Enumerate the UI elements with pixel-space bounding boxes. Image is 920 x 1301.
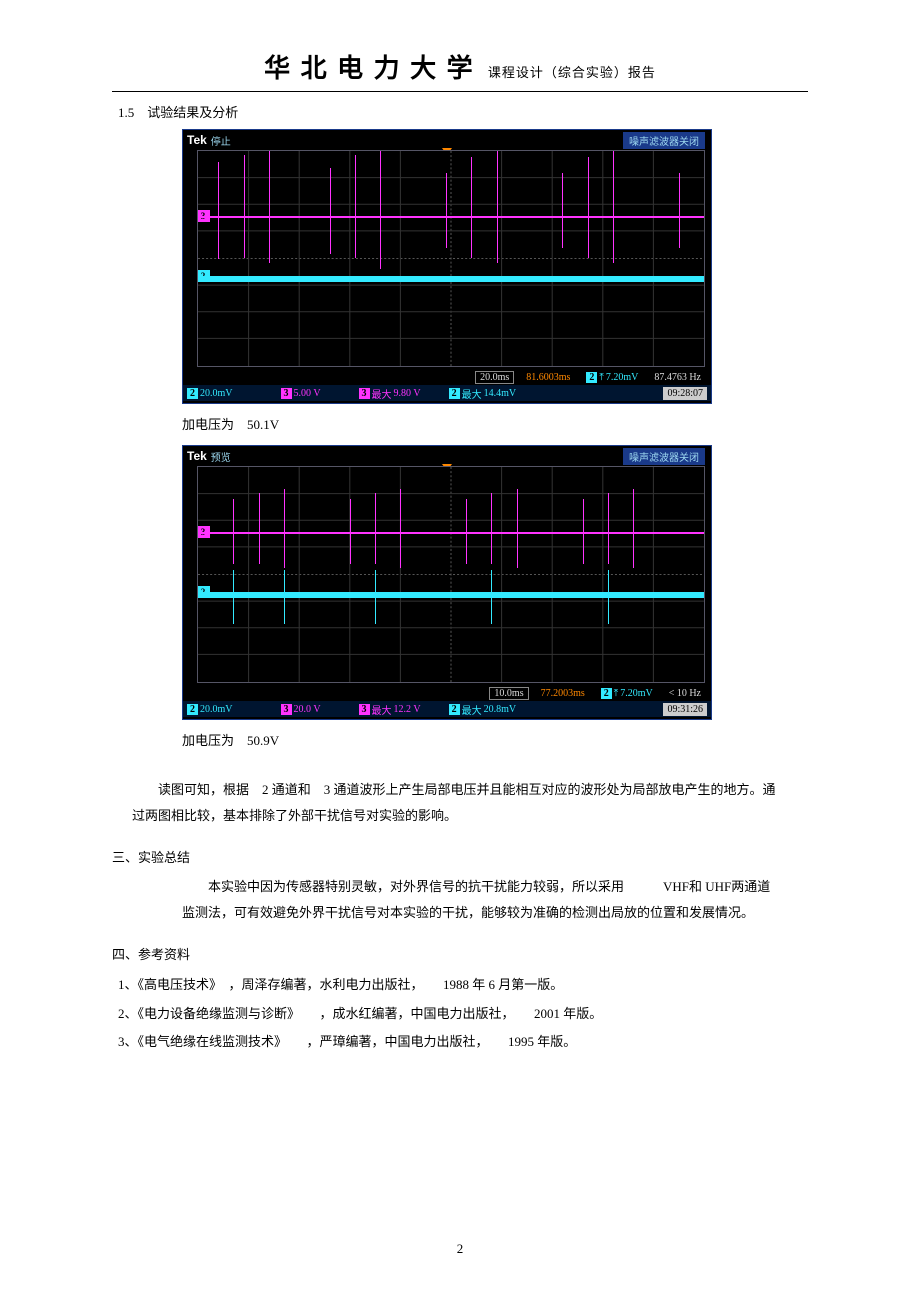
page-number: 2 bbox=[0, 1241, 920, 1257]
scope2-ch2-max: 20.8mV bbox=[484, 704, 517, 715]
caption2-value: 50.9V bbox=[247, 733, 279, 748]
scope2-ch3-scale: 20.0 V bbox=[294, 704, 321, 715]
scope2-status: 预览 bbox=[211, 449, 231, 464]
reference-1: 1、《高电压技术》 ，周泽存编著，水利电力出版社， 1988 年 6 月第一版。 bbox=[118, 971, 808, 1000]
page-header: 华 北 电 力 大 学 课程设计（综合实验）报告 bbox=[112, 48, 808, 85]
scope2-timebase: 10.0ms bbox=[489, 687, 528, 700]
scope1-ch2-scale: 20.0mV bbox=[200, 388, 233, 399]
trigger-edge-icon: ⤒ bbox=[599, 372, 603, 383]
scope1-trig-freq: 87.4763 Hz bbox=[650, 372, 705, 383]
reference-2: 2、《电力设备绝缘监测与诊断》 ，成水红编著，中国电力出版社， 2001 年版。 bbox=[118, 1000, 808, 1029]
trigger-edge-icon-2: ⤒ bbox=[614, 688, 618, 699]
section-3-head: 三、实验总结 bbox=[112, 847, 808, 866]
caption1-value: 50.1V bbox=[247, 417, 279, 432]
oscilloscope-screenshot-1: Tek 停止 噪声滤波器关闭 3 2 bbox=[182, 129, 712, 404]
scope1-ch3-scale: 5.00 V bbox=[294, 388, 321, 399]
tek-logo-2: Tek bbox=[187, 449, 207, 463]
scope1-ch3-max-label: 最大 bbox=[372, 386, 392, 401]
scope2-ch3-max: 12.2 V bbox=[394, 704, 421, 715]
scope1-status: 停止 bbox=[211, 133, 231, 148]
scope2-ch2-max-label: 最大 bbox=[462, 702, 482, 717]
scope1-timebase: 20.0ms bbox=[475, 371, 514, 384]
ch2-max-badge: 2 bbox=[449, 388, 460, 399]
scope2-time: 09:31:26 bbox=[663, 703, 707, 716]
caption1-prefix: 加电压为 bbox=[182, 417, 247, 432]
tek-logo: Tek bbox=[187, 133, 207, 147]
caption-1: 加电压为 50.1V bbox=[182, 414, 808, 433]
scope1-filter-status: 噪声滤波器关闭 bbox=[623, 132, 705, 149]
oscilloscope-screenshot-2: Tek 预览 噪声滤波器关闭 3 2 bbox=[182, 445, 712, 720]
scope1-ch2-max: 14.4mV bbox=[484, 388, 517, 399]
channel-3-trace bbox=[198, 216, 704, 218]
scope2-plot-area: 3 2 bbox=[197, 466, 705, 683]
scope2-trig-ch: 2 bbox=[601, 688, 612, 699]
scope2-filter-status: 噪声滤波器关闭 bbox=[623, 448, 705, 465]
ch3-badge: 3 bbox=[281, 388, 292, 399]
scope2-ch3-max-label: 最大 bbox=[372, 702, 392, 717]
university-logo-text: 华 北 电 力 大 学 bbox=[264, 54, 475, 83]
scope2-trig-level: 7.20mV bbox=[620, 688, 653, 699]
section-3-body: 本实验中因为传感器特别灵敏，对外界信号的抗干扰能力较弱，所以采用 VHF和 UH… bbox=[182, 874, 778, 926]
scope1-ch2-max-label: 最大 bbox=[462, 386, 482, 401]
scope1-trig-level: 7.20mV bbox=[606, 372, 639, 383]
ch3-max-badge: 3 bbox=[359, 388, 370, 399]
scope2-ch2-scale: 20.0mV bbox=[200, 704, 233, 715]
scope1-delay: 81.6003ms bbox=[522, 372, 574, 383]
ch3-max-badge-2: 3 bbox=[359, 704, 370, 715]
channel-3-trace-2 bbox=[198, 532, 704, 534]
caption2-prefix: 加电压为 bbox=[182, 733, 247, 748]
reference-3: 3、《电气绝缘在线监测技术》 ，严璋编著，中国电力出版社， 1995 年版。 bbox=[118, 1028, 808, 1057]
analysis-paragraph: 读图可知，根据 2 通道和 3 通道波形上产生局部电压并且能相互对应的波形处为局… bbox=[132, 777, 788, 829]
channel-2-trace bbox=[198, 276, 704, 282]
scope1-plot-area: 3 2 bbox=[197, 150, 705, 367]
scope1-ch3-max: 9.80 V bbox=[394, 388, 421, 399]
scope1-time: 09:28:07 bbox=[663, 387, 707, 400]
header-subtitle: 课程设计（综合实验）报告 bbox=[488, 65, 656, 80]
scope2-delay: 77.2003ms bbox=[537, 688, 589, 699]
caption-2: 加电压为 50.9V bbox=[182, 730, 808, 749]
header-rule bbox=[112, 91, 808, 92]
ch2-max-badge-2: 2 bbox=[449, 704, 460, 715]
scope1-trig-ch: 2 bbox=[586, 372, 597, 383]
section-1-5-title: 1.5 试验结果及分析 bbox=[118, 102, 808, 121]
channel-2-trace-2 bbox=[198, 592, 704, 598]
ch2-badge-2: 2 bbox=[187, 704, 198, 715]
scope2-trig-freq: < 10 Hz bbox=[665, 688, 705, 699]
ch3-badge-2: 3 bbox=[281, 704, 292, 715]
ch2-badge: 2 bbox=[187, 388, 198, 399]
section-4-head: 四、参考资料 bbox=[112, 944, 808, 963]
